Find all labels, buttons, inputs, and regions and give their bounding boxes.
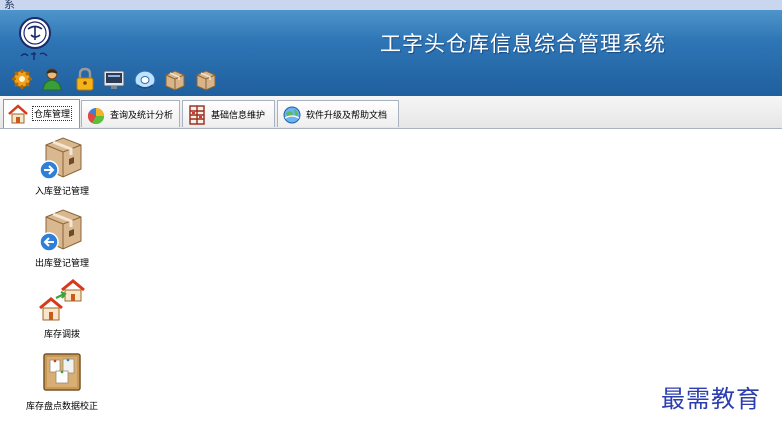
module-label: 库存调拨 [43,330,80,340]
module-inbound-registration[interactable]: 入库登记管理 [7,135,117,197]
user-icon[interactable] [40,67,64,91]
company-logo [19,17,51,60]
warehouse-transfer-icon [39,279,85,321]
globe-icon [283,106,301,124]
gear-icon[interactable] [10,67,34,91]
tab-warehouse-management[interactable]: 仓库管理 [3,99,80,128]
shelf-icon [189,105,205,125]
tab-label: 软件升级及帮助文档 [306,111,388,121]
disc-icon[interactable] [133,67,157,91]
header-banner: 工字头仓库信息综合管理系统 [0,10,782,96]
inventory-board-icon [43,353,81,391]
window-titlebar: 系 [0,0,782,10]
box-inbound-icon [39,137,82,180]
module-label: 入库登记管理 [34,187,89,197]
box-icon[interactable] [163,67,187,91]
watermark-text: 最需教育 [661,385,761,413]
app-title: 工字头仓库信息综合管理系统 [380,32,666,56]
module-inventory-correction[interactable]: 库存盘点数据校正 [7,350,117,412]
lock-icon[interactable] [73,67,97,91]
box-outbound-icon [39,209,82,252]
monitor-icon[interactable] [102,67,126,91]
tab-label: 查询及统计分析 [110,111,174,121]
module-outbound-registration[interactable]: 出库登记管理 [7,207,117,269]
tab-label: 基础信息维护 [211,111,266,121]
box-icon[interactable] [194,67,218,91]
module-label: 出库登记管理 [34,259,89,269]
house-icon [8,104,28,124]
pie-chart-icon [87,108,105,125]
module-stock-transfer[interactable]: 库存调拨 [7,278,117,340]
tab-upgrade-help[interactable]: 软件升级及帮助文档 [277,100,399,127]
window-title: 系 [4,0,15,10]
module-tabbar: 仓库管理 查询及统计分析 基础信息维护 软件升级及帮助文档 [0,96,782,129]
tab-label: 仓库管理 [32,106,73,121]
module-label: 库存盘点数据校正 [25,402,98,412]
tab-basic-info-maintenance[interactable]: 基础信息维护 [182,100,275,127]
tab-query-statistics[interactable]: 查询及统计分析 [81,100,180,127]
